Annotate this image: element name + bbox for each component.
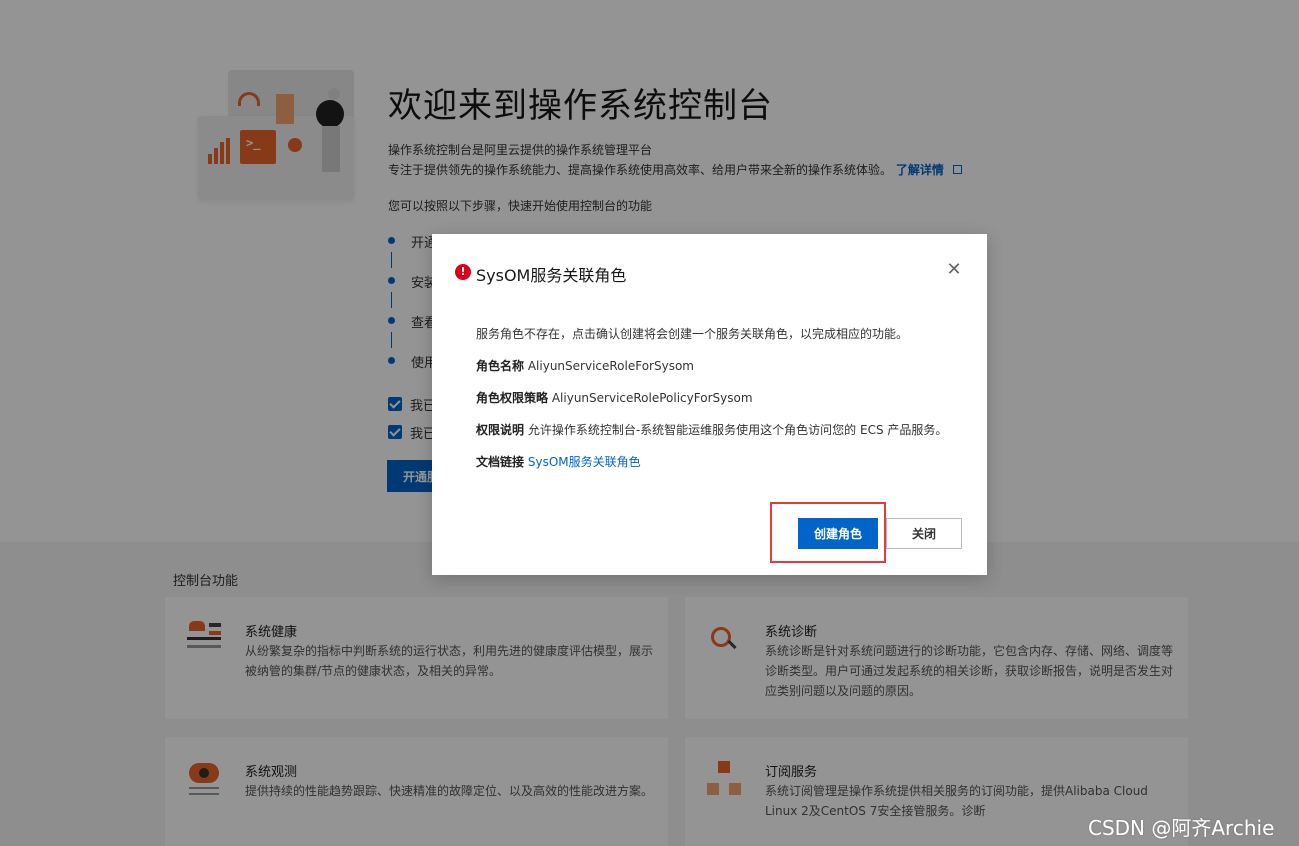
service-role-dialog: ! SysOM服务关联角色 ✕ 服务角色不存在，点击确认创建将会创建一个服务关联… [432,234,987,575]
create-role-button[interactable]: 创建角色 [798,518,878,549]
watermark: CSDN @阿齐Archie [1088,816,1275,840]
policy-row: 角色权限策略 AliyunServiceRolePolicyForSysom [476,391,753,405]
doc-row: 文档链接 SysOM服务关联角色 [476,455,641,469]
doc-link[interactable]: SysOM服务关联角色 [528,455,641,469]
dialog-title: SysOM服务关联角色 [476,266,627,285]
console-page: 欢迎来到操作系统控制台 操作系统控制台是阿里云提供的操作系统管理平台 专注于提供… [0,0,1299,846]
role-name-row: 角色名称 AliyunServiceRoleForSysom [476,359,694,373]
dialog-intro: 服务角色不存在，点击确认创建将会创建一个服务关联角色，以完成相应的功能。 [476,327,909,341]
close-icon[interactable]: ✕ [945,261,963,279]
permission-row: 权限说明 允许操作系统控制台-系统智能运维服务使用这个角色访问您的 ECS 产品… [476,423,948,437]
close-button[interactable]: 关闭 [886,518,962,549]
error-icon: ! [455,264,471,280]
